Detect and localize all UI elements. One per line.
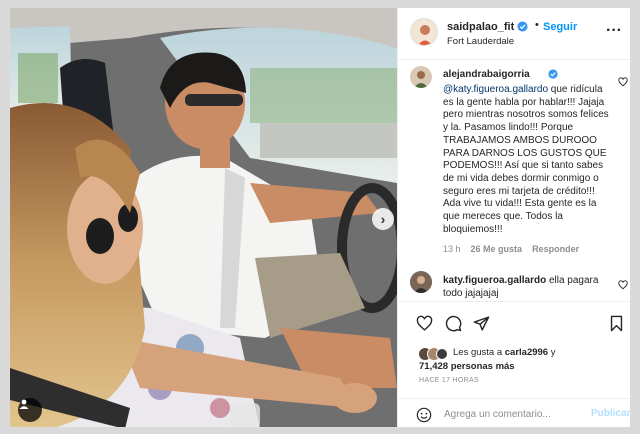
verified-icon	[517, 21, 528, 32]
comment-icon[interactable]	[445, 315, 462, 332]
heart-icon[interactable]	[618, 77, 628, 87]
emoji-icon[interactable]	[416, 407, 432, 423]
heart-icon[interactable]	[618, 280, 628, 290]
likes-count[interactable]: 71,428 personas más	[419, 361, 515, 372]
avatar-image	[410, 66, 432, 88]
likers-avatars	[418, 347, 448, 361]
comments-list: alejandrabaigorria @katy.figueroa.gallar…	[398, 61, 630, 301]
car-selfie-illustration	[10, 8, 397, 427]
comment-time: 13 h	[443, 244, 461, 254]
likes-prefix: Les gusta a	[453, 347, 505, 358]
comment-username[interactable]: alejandrabaigorria	[443, 69, 530, 80]
comment-mention[interactable]: @katy.figueroa.gallardo	[443, 84, 548, 95]
comment-username[interactable]: katy.figueroa.gallardo	[443, 275, 546, 286]
owner-avatar[interactable]	[410, 18, 438, 46]
avatar-image	[411, 19, 437, 45]
owner-username[interactable]: saidpalao_fit	[447, 21, 514, 33]
comment-text: katy.figueroa.gallardo ella pagara todo …	[443, 274, 613, 300]
user-tag-icon	[19, 399, 29, 409]
comment-likes[interactable]: 26 Me gusta	[471, 244, 523, 254]
page-background: › saidpalao_fit • Seguir Fort Lauderdale…	[0, 0, 640, 434]
instagram-post-dialog: › saidpalao_fit • Seguir Fort Lauderdale…	[9, 7, 631, 428]
comment-body: que ridícula es la gente habla por habla…	[443, 84, 609, 235]
follow-button[interactable]: Seguir	[543, 21, 577, 33]
comment-meta: 13 h 26 Me gusta Responder	[443, 244, 579, 254]
heart-icon[interactable]	[416, 315, 433, 332]
comment-input[interactable]	[444, 405, 584, 423]
post-header: saidpalao_fit • Seguir Fort Lauderdale ·…	[398, 8, 630, 60]
post-timestamp: HACE 17 HORAS	[419, 377, 479, 384]
post-side-panel: saidpalao_fit • Seguir Fort Lauderdale ·…	[397, 8, 630, 427]
comment-text: @katy.figueroa.gallardo que ridícula es …	[443, 84, 613, 236]
reply-button[interactable]: Responder	[532, 244, 579, 254]
commenter-avatar[interactable]	[410, 271, 432, 293]
likes-summary: Les gusta a carla2996 y	[453, 347, 555, 358]
share-icon[interactable]	[473, 315, 490, 332]
post-photo[interactable]: ›	[10, 8, 397, 427]
avatar-image	[410, 271, 432, 293]
commenter-avatar[interactable]	[410, 66, 432, 88]
next-photo-button[interactable]: ›	[372, 208, 394, 230]
tagged-users-button[interactable]	[18, 398, 42, 422]
chevron-right-icon: ›	[380, 211, 386, 227]
likes-suffix: y	[548, 347, 556, 358]
more-options-button[interactable]: ···	[606, 22, 622, 40]
separator-dot: •	[535, 19, 539, 31]
liker-username[interactable]: carla2996	[505, 347, 548, 358]
publish-button[interactable]: Publicar	[591, 408, 630, 419]
add-comment-bar: Publicar	[398, 398, 630, 427]
bookmark-icon[interactable]	[609, 315, 624, 332]
post-location[interactable]: Fort Lauderdale	[447, 36, 514, 47]
verified-icon	[548, 69, 558, 79]
post-actions: Les gusta a carla2996 y 71,428 personas …	[398, 301, 630, 427]
